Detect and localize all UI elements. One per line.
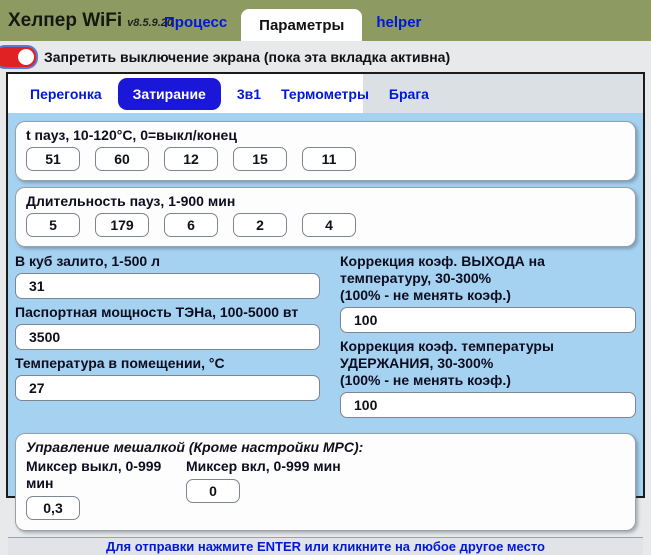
out-coeff-label-line2: (100% - не менять коэф.) <box>340 287 636 304</box>
submit-hint: Для отправки нажмите ENTER или кликните … <box>106 539 545 554</box>
right-column: Коррекция коэф. ВЫХОДА на температуру, 3… <box>340 253 636 423</box>
cube-volume-label: В куб залито, 1-500 л <box>15 253 320 270</box>
section-tabstrip: Перегонка Затирание 3в1 Термометры Брага <box>8 74 643 113</box>
mixer-off-group: Миксер выкл, 0-999 мин <box>26 458 186 520</box>
mixer-off-label: Миксер выкл, 0-999 мин <box>26 458 186 492</box>
heater-power-input[interactable] <box>15 324 320 350</box>
pause-duration-3-input[interactable] <box>164 213 218 237</box>
tab-parameters[interactable]: Параметры <box>241 9 362 41</box>
pause-durations-panel: Длительность пауз, 1-900 мин <box>15 187 636 247</box>
top-tabs: Процесс Параметры helper <box>150 0 435 41</box>
mixer-off-input[interactable] <box>26 496 80 520</box>
mixer-on-label: Миксер вкл, 0-999 мин <box>186 458 346 475</box>
tab-braga[interactable]: Брага <box>379 78 439 110</box>
tab-helper[interactable]: helper <box>362 6 435 41</box>
app-header: Хелпер WiFi v8.5.9.20 Процесс Параметры … <box>0 0 651 41</box>
pause-duration-1-input[interactable] <box>26 213 80 237</box>
mixer-panel: Управление мешалкой (Кроме настройки МРС… <box>15 433 636 531</box>
pause-duration-2-input[interactable] <box>95 213 149 237</box>
pause-temp-3-input[interactable] <box>164 147 218 171</box>
tab-zatiranie[interactable]: Затирание <box>118 78 221 110</box>
screen-lock-row: Запретить выключение экрана (пока эта вк… <box>0 41 651 72</box>
out-coeff-input[interactable] <box>340 307 636 333</box>
app-version: v8.5.9.20 <box>127 17 173 29</box>
section-tablist: Перегонка Затирание 3в1 Термометры Брага <box>8 74 363 113</box>
pause-duration-5-input[interactable] <box>302 213 356 237</box>
tab-3v1[interactable]: 3в1 <box>227 78 271 110</box>
tab-termometry[interactable]: Термометры <box>271 78 379 110</box>
toggle-knob-icon <box>18 49 34 65</box>
tab-peregonka[interactable]: Перегонка <box>20 78 112 110</box>
left-column: В куб залито, 1-500 л Паспортная мощност… <box>15 253 320 423</box>
app-title: Хелпер WiFi <box>8 10 122 32</box>
out-coeff-label-line1: Коррекция коэф. ВЫХОДА на температуру, 3… <box>340 253 636 287</box>
pause-temp-2-input[interactable] <box>95 147 149 171</box>
cube-volume-input[interactable] <box>15 273 320 299</box>
form-content: t пауз, 10-120°C, 0=выкл/конец Длительно… <box>8 113 643 537</box>
pause-duration-4-input[interactable] <box>233 213 287 237</box>
pause-temp-4-input[interactable] <box>233 147 287 171</box>
pause-temps-panel: t пауз, 10-120°C, 0=выкл/конец <box>15 121 636 181</box>
hold-coeff-label-line1: Коррекция коэф. температуры УДЕРЖАНИЯ, 3… <box>340 338 636 372</box>
pause-temps-label: t пауз, 10-120°C, 0=выкл/конец <box>26 127 625 144</box>
mixer-title: Управление мешалкой (Кроме настройки МРС… <box>26 439 625 455</box>
hold-coeff-label-line2: (100% - не менять коэф.) <box>340 372 636 389</box>
mixer-on-input[interactable] <box>186 479 240 503</box>
room-temp-input[interactable] <box>15 375 320 401</box>
room-temp-label: Температура в помещении, °C <box>15 355 320 372</box>
heater-power-label: Паспортная мощность ТЭНа, 100-5000 вт <box>15 304 320 321</box>
screen-lock-toggle[interactable] <box>0 45 38 69</box>
pause-temp-1-input[interactable] <box>26 147 80 171</box>
mixer-on-group: Миксер вкл, 0-999 мин <box>186 458 346 520</box>
parameters-panel: Перегонка Затирание 3в1 Термометры Брага… <box>6 72 645 498</box>
screen-lock-label: Запретить выключение экрана (пока эта вк… <box>44 49 450 65</box>
hold-coeff-input[interactable] <box>340 392 636 418</box>
pause-durations-label: Длительность пауз, 1-900 мин <box>26 193 625 210</box>
pause-temp-5-input[interactable] <box>302 147 356 171</box>
footer-bar: Для отправки нажмите ENTER или кликните … <box>8 537 643 555</box>
